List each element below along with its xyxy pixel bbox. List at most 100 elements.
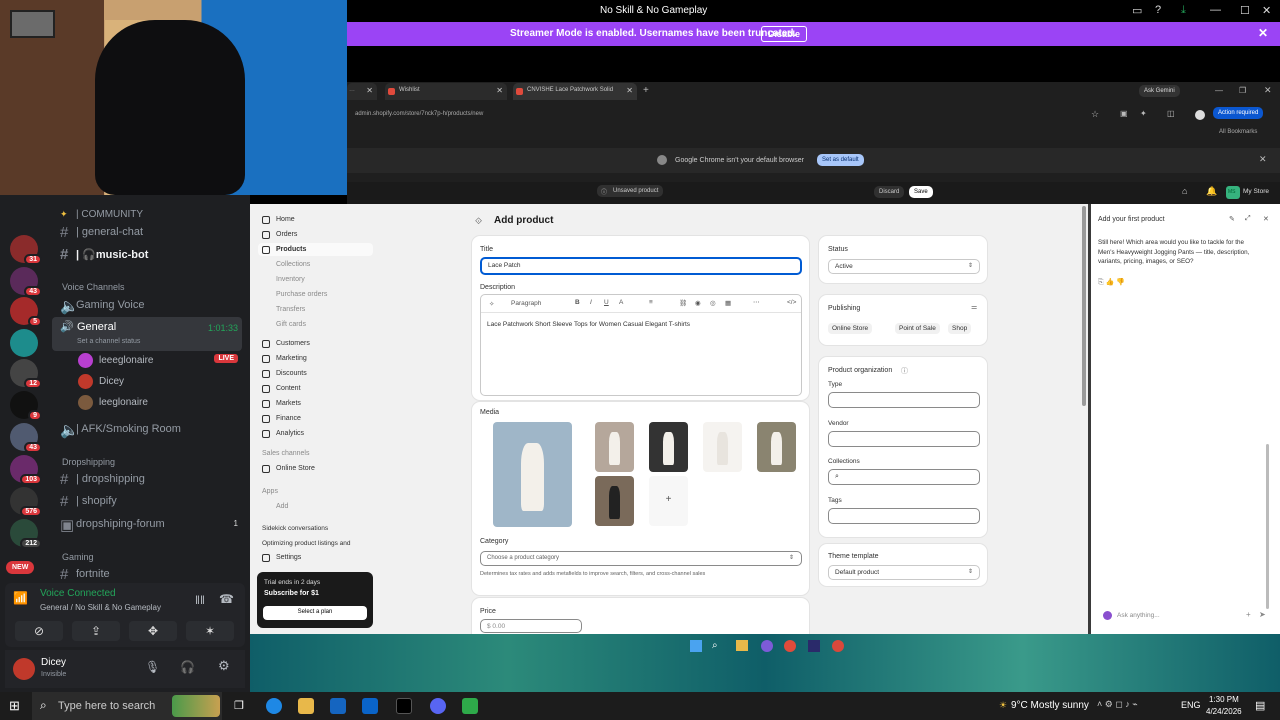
weather-text[interactable]: 9°C Mostly sunny bbox=[1011, 700, 1089, 711]
select-plan-button[interactable]: Select a plan bbox=[263, 606, 367, 620]
product-image[interactable] bbox=[595, 476, 634, 526]
product-image[interactable] bbox=[493, 422, 572, 527]
outlook-icon[interactable] bbox=[362, 698, 378, 714]
category-select[interactable]: Choose a product category bbox=[480, 551, 802, 566]
close-icon[interactable]: ✕ bbox=[366, 86, 373, 95]
browser-tab[interactable]: CNVISHE Lace Patchwork Solid ✕ bbox=[513, 83, 637, 100]
code-icon[interactable]: </> bbox=[787, 299, 796, 306]
minimize-icon[interactable]: — bbox=[1215, 86, 1223, 95]
channel-general-chat[interactable]: # | general-chat bbox=[0, 223, 250, 244]
close-icon[interactable]: ✕ bbox=[1258, 26, 1268, 40]
title-input[interactable]: Lace Patch bbox=[480, 257, 802, 275]
close-icon[interactable]: ✕ bbox=[496, 86, 503, 95]
address-bar[interactable]: admin.shopify.com/store/7nck7p-h/product… bbox=[353, 107, 1083, 122]
scrollbar[interactable] bbox=[1266, 444, 1269, 609]
assistant-title[interactable]: Add your first product bbox=[1098, 216, 1165, 223]
settings-icon[interactable]: ⚌ bbox=[971, 303, 977, 311]
search-box[interactable]: ⌕ Type here to search bbox=[32, 692, 222, 720]
send-icon[interactable]: ➤ bbox=[1259, 610, 1266, 619]
sidekick-heading[interactable]: Sidekick conversations bbox=[262, 525, 328, 532]
channel-tag[interactable]: Point of Sale bbox=[895, 323, 940, 334]
browser-tab[interactable]: Wishlist ✕ bbox=[385, 83, 507, 100]
sidekick-item[interactable]: Optimizing product listings and bbox=[262, 540, 351, 547]
text-color-icon[interactable]: A bbox=[619, 299, 623, 306]
bold-icon[interactable]: B bbox=[575, 299, 580, 306]
soundboard-button[interactable]: ✶ bbox=[186, 621, 234, 641]
gear-icon[interactable]: ⚙ bbox=[218, 658, 230, 674]
edge-icon[interactable] bbox=[266, 698, 282, 714]
channel-status[interactable]: Set a channel status bbox=[77, 338, 140, 345]
voice-channel-path[interactable]: General / No Skill & No Gameplay bbox=[40, 603, 161, 612]
new-tab-button[interactable]: + bbox=[643, 85, 649, 96]
extension-icon[interactable]: ▣ bbox=[1120, 109, 1128, 118]
camera-button[interactable]: ⊘ bbox=[15, 621, 63, 641]
capcut-icon[interactable] bbox=[396, 698, 412, 714]
product-image[interactable] bbox=[649, 422, 688, 472]
screen-share-button[interactable]: ⇪ bbox=[72, 621, 120, 641]
product-image[interactable] bbox=[703, 422, 742, 472]
nav-orders[interactable]: Orders bbox=[276, 231, 297, 238]
paragraph-select[interactable]: Paragraph bbox=[511, 300, 541, 307]
avatar[interactable] bbox=[13, 658, 35, 680]
nav-discounts[interactable]: Discounts bbox=[276, 370, 307, 377]
username[interactable]: Dicey bbox=[41, 657, 66, 668]
nav-marketing[interactable]: Marketing bbox=[276, 355, 307, 362]
channel-music-bot[interactable]: # | 🎧music-bot bbox=[0, 245, 250, 266]
tray-icons[interactable]: ˄ ⚙ ◻ ♪ ⌁ bbox=[1097, 699, 1138, 710]
nav-inventory[interactable]: Inventory bbox=[276, 276, 305, 283]
vendor-input[interactable] bbox=[828, 431, 980, 447]
tags-input[interactable] bbox=[828, 508, 980, 524]
bookmark-star-icon[interactable]: ☆ bbox=[1091, 109, 1099, 120]
nav-products[interactable]: Products bbox=[276, 246, 306, 253]
profile-avatar[interactable] bbox=[1195, 110, 1205, 120]
status-select[interactable]: Active bbox=[828, 259, 980, 274]
soundwave-icon[interactable]: ǁǁ bbox=[195, 593, 205, 607]
theme-select[interactable]: Default product bbox=[828, 565, 980, 580]
feedback-icons[interactable]: ⎘ 👍 👎 bbox=[1098, 278, 1125, 287]
puzzle-icon[interactable]: ✦ bbox=[1140, 109, 1147, 118]
download-icon[interactable]: ⤓ bbox=[1181, 4, 1186, 17]
channel-gaming-voice[interactable]: 🔈 Gaming Voice bbox=[0, 296, 250, 317]
nav-gift-cards[interactable]: Gift cards bbox=[276, 321, 306, 328]
sidepanel-icon[interactable]: ◫ bbox=[1167, 109, 1175, 118]
maximize-icon[interactable]: ☐ bbox=[1240, 4, 1250, 17]
discard-button[interactable]: Discard bbox=[874, 186, 905, 198]
maximize-icon[interactable]: ❐ bbox=[1239, 86, 1246, 95]
task-view-icon[interactable]: ❐ bbox=[234, 699, 244, 712]
description-editor[interactable]: ✧ Paragraph B I U A ≡ ⛓ ◉ ◎ ▦ ⋯ </> Lace… bbox=[480, 294, 802, 396]
disable-button[interactable]: Disable bbox=[761, 26, 808, 42]
nav-analytics[interactable]: Analytics bbox=[276, 430, 304, 437]
close-icon[interactable]: ✕ bbox=[1264, 85, 1272, 96]
nav-finance[interactable]: Finance bbox=[276, 415, 301, 422]
new-chat-icon[interactable]: ✎ bbox=[1229, 215, 1235, 223]
close-icon[interactable]: ✕ bbox=[1262, 4, 1271, 17]
ask-gemini-button[interactable]: Ask Gemini bbox=[1139, 85, 1180, 97]
price-input[interactable]: $ 0.00 bbox=[480, 619, 582, 633]
voice-user[interactable]: leeglonaire bbox=[78, 393, 248, 413]
magic-icon[interactable]: ✧ bbox=[489, 300, 494, 308]
server-icon[interactable] bbox=[10, 329, 38, 357]
align-icon[interactable]: ≡ bbox=[649, 299, 653, 306]
store-avatar[interactable]: MS bbox=[1226, 186, 1240, 199]
app-icon[interactable] bbox=[462, 698, 478, 714]
more-icon[interactable]: ⋯ bbox=[753, 298, 760, 306]
channel-shopify[interactable]: # | shopify bbox=[0, 492, 250, 513]
close-icon[interactable]: ✕ bbox=[1263, 215, 1269, 223]
product-image[interactable] bbox=[757, 422, 796, 472]
set-default-button[interactable]: Set as default bbox=[817, 154, 864, 166]
image-icon[interactable]: ◉ bbox=[695, 299, 701, 307]
channel-afk[interactable]: 🔈 | AFK/Smoking Room bbox=[0, 420, 250, 441]
voice-status[interactable]: Voice Connected bbox=[40, 588, 116, 599]
channel-tag[interactable]: Online Store bbox=[828, 323, 873, 334]
clock-date[interactable]: 4/24/2026 bbox=[1206, 707, 1242, 716]
ask-input[interactable]: Ask anything... bbox=[1117, 612, 1160, 619]
type-input[interactable] bbox=[828, 392, 980, 408]
browser-tab[interactable]: … ✕ bbox=[347, 83, 377, 100]
disconnect-icon[interactable]: ☎ bbox=[219, 592, 234, 606]
nav-home[interactable]: Home bbox=[276, 216, 295, 223]
nav-settings[interactable]: Settings bbox=[276, 554, 301, 561]
channel-dropshiping-forum[interactable]: ▣ dropshiping-forum 1 bbox=[0, 515, 250, 536]
add-media-button[interactable]: + bbox=[649, 476, 688, 526]
language-indicator[interactable]: ENG bbox=[1181, 700, 1201, 710]
nav-customers[interactable]: Customers bbox=[276, 340, 310, 347]
